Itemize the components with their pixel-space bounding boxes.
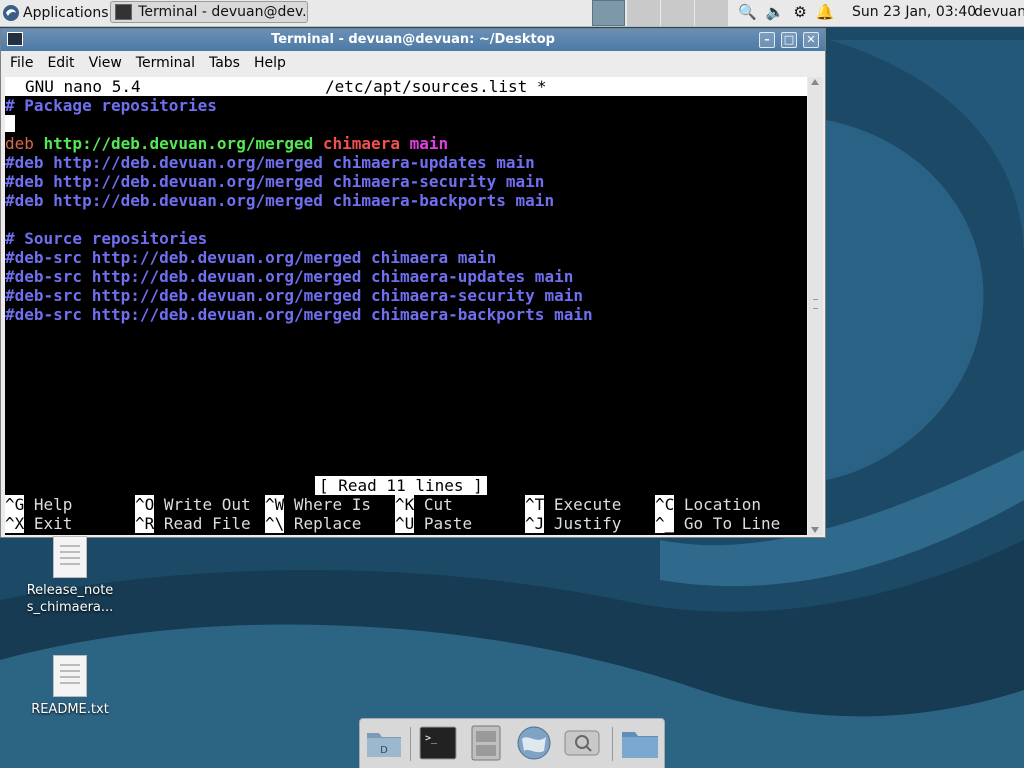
nano-header: GNU nano 5.4 /etc/apt/sources.list * (5, 77, 807, 96)
user-menu[interactable]: devuan (974, 4, 1024, 20)
menu-bar: File Edit View Terminal Tabs Help (1, 51, 825, 75)
home-folder-icon[interactable]: D (364, 725, 404, 761)
devuan-logo-icon (3, 5, 19, 21)
applications-label: Applications (23, 5, 109, 21)
desktop-icon-release-notes[interactable]: Release_note s_chimaera... (20, 536, 120, 616)
close-button[interactable]: ✕ (803, 32, 819, 48)
terminal-screen[interactable]: GNU nano 5.4 /etc/apt/sources.list * # P… (5, 77, 807, 535)
editor-line: #deb http://deb.devuan.org/merged chimae… (5, 172, 545, 191)
workspace-1[interactable] (592, 0, 625, 26)
editor-line: #deb-src http://deb.devuan.org/merged ch… (5, 267, 574, 286)
repo-component: main (409, 134, 449, 153)
desktop-icon-label: s_chimaera... (26, 600, 114, 615)
shortcut-ctrl-j[interactable]: ^J Justify (525, 514, 621, 533)
volume-icon[interactable]: 🔈 (766, 3, 785, 21)
shortcut-ctrl-w[interactable]: ^W Where Is (265, 495, 371, 514)
nano-status-message: [ Read 11 lines ] (315, 476, 487, 495)
editor-line: # Package repositories (5, 96, 217, 115)
menu-tabs[interactable]: Tabs (204, 55, 245, 71)
menu-edit[interactable]: Edit (42, 55, 79, 71)
workspace-4[interactable] (694, 0, 728, 26)
dock-separator (612, 727, 613, 761)
editor-line: #deb-src http://deb.devuan.org/merged ch… (5, 286, 583, 305)
notification-bell-icon[interactable]: 🔔 (816, 3, 835, 21)
window-titlebar[interactable]: Terminal - devuan@devuan: ~/Desktop – □ … (1, 29, 825, 51)
workspace-3[interactable] (660, 0, 694, 26)
menu-view[interactable]: View (84, 55, 127, 71)
repo-suite: chimaera (322, 134, 410, 153)
dock: D >_ (359, 718, 665, 768)
maximize-button[interactable]: □ (781, 32, 797, 48)
nano-version: GNU nano 5.4 (25, 77, 141, 96)
shortcut-ctrl-underscore[interactable]: ^_ Go To Line (655, 514, 780, 533)
terminal-scrollbar[interactable] (808, 77, 823, 535)
shortcut-ctrl-t[interactable]: ^T Execute (525, 495, 621, 514)
text-cursor (5, 115, 15, 132)
folder-icon[interactable] (620, 725, 660, 761)
shortcut-ctrl-u[interactable]: ^U Paste (395, 514, 472, 533)
svg-text:>_: >_ (425, 733, 438, 744)
terminal-icon[interactable]: >_ (418, 725, 458, 761)
desktop-icon-readme[interactable]: README.txt (20, 655, 120, 718)
desktop-icon-label: README.txt (31, 702, 109, 717)
menu-file[interactable]: File (5, 55, 38, 71)
shortcut-ctrl-k[interactable]: ^K Cut (395, 495, 453, 514)
document-icon (53, 655, 87, 697)
deb-keyword: deb (5, 134, 44, 153)
shortcut-ctrl-backslash[interactable]: ^\ Replace (265, 514, 361, 533)
menu-help[interactable]: Help (249, 55, 291, 71)
top-panel: Applications Terminal - devuan@dev... 🔍 … (0, 0, 1024, 27)
search-icon[interactable]: 🔍 (738, 3, 757, 21)
editor-line: deb http://deb.devuan.org/merged chimaer… (5, 134, 448, 153)
terminal-window: Terminal - devuan@devuan: ~/Desktop – □ … (0, 28, 826, 538)
editor-line: # Source repositories (5, 229, 208, 248)
desktop-icon-label: Release_note (26, 583, 114, 598)
window-title: Terminal - devuan@devuan: ~/Desktop (271, 32, 555, 47)
document-icon (53, 536, 87, 578)
scroll-up-arrow[interactable] (811, 79, 819, 85)
editor-line-cursor (5, 115, 15, 134)
editor-line: #deb-src http://deb.devuan.org/merged ch… (5, 248, 497, 267)
shortcut-ctrl-x[interactable]: ^X Exit (5, 514, 72, 533)
taskbar-terminal-button[interactable]: Terminal - devuan@dev... (110, 1, 308, 23)
editor-line: #deb http://deb.devuan.org/merged chimae… (5, 153, 535, 172)
dock-separator (410, 727, 411, 761)
network-icon[interactable]: ⚙ (793, 3, 806, 21)
nano-filename: /etc/apt/sources.list * (325, 77, 547, 96)
scroll-grip[interactable] (813, 299, 818, 309)
repo-url: http://deb.devuan.org/merged (43, 134, 323, 153)
shortcut-ctrl-g[interactable]: ^G Help (5, 495, 72, 514)
editor-line: #deb-src http://deb.devuan.org/merged ch… (5, 305, 593, 324)
task-label: Terminal - devuan@dev... (138, 4, 307, 20)
minimize-button[interactable]: – (759, 32, 775, 48)
app-finder-icon[interactable] (562, 725, 602, 761)
shortcut-ctrl-r[interactable]: ^R Read File (135, 514, 251, 533)
editor-line: #deb http://deb.devuan.org/merged chimae… (5, 191, 555, 210)
applications-menu[interactable]: Applications (2, 2, 109, 24)
terminal-small-icon (115, 4, 133, 20)
web-browser-icon[interactable] (514, 725, 554, 761)
shortcut-ctrl-c[interactable]: ^C Location (655, 495, 761, 514)
svg-text:D: D (380, 745, 388, 756)
clock[interactable]: Sun 23 Jan, 03:40 (852, 4, 976, 20)
file-cabinet-icon[interactable] (466, 725, 506, 761)
menu-terminal[interactable]: Terminal (131, 55, 200, 71)
shortcut-ctrl-o[interactable]: ^O Write Out (135, 495, 251, 514)
workspace-2[interactable] (626, 0, 660, 26)
scroll-down-arrow[interactable] (811, 527, 819, 533)
system-tray: 🔍 🔈 ⚙ 🔔 (738, 3, 835, 21)
